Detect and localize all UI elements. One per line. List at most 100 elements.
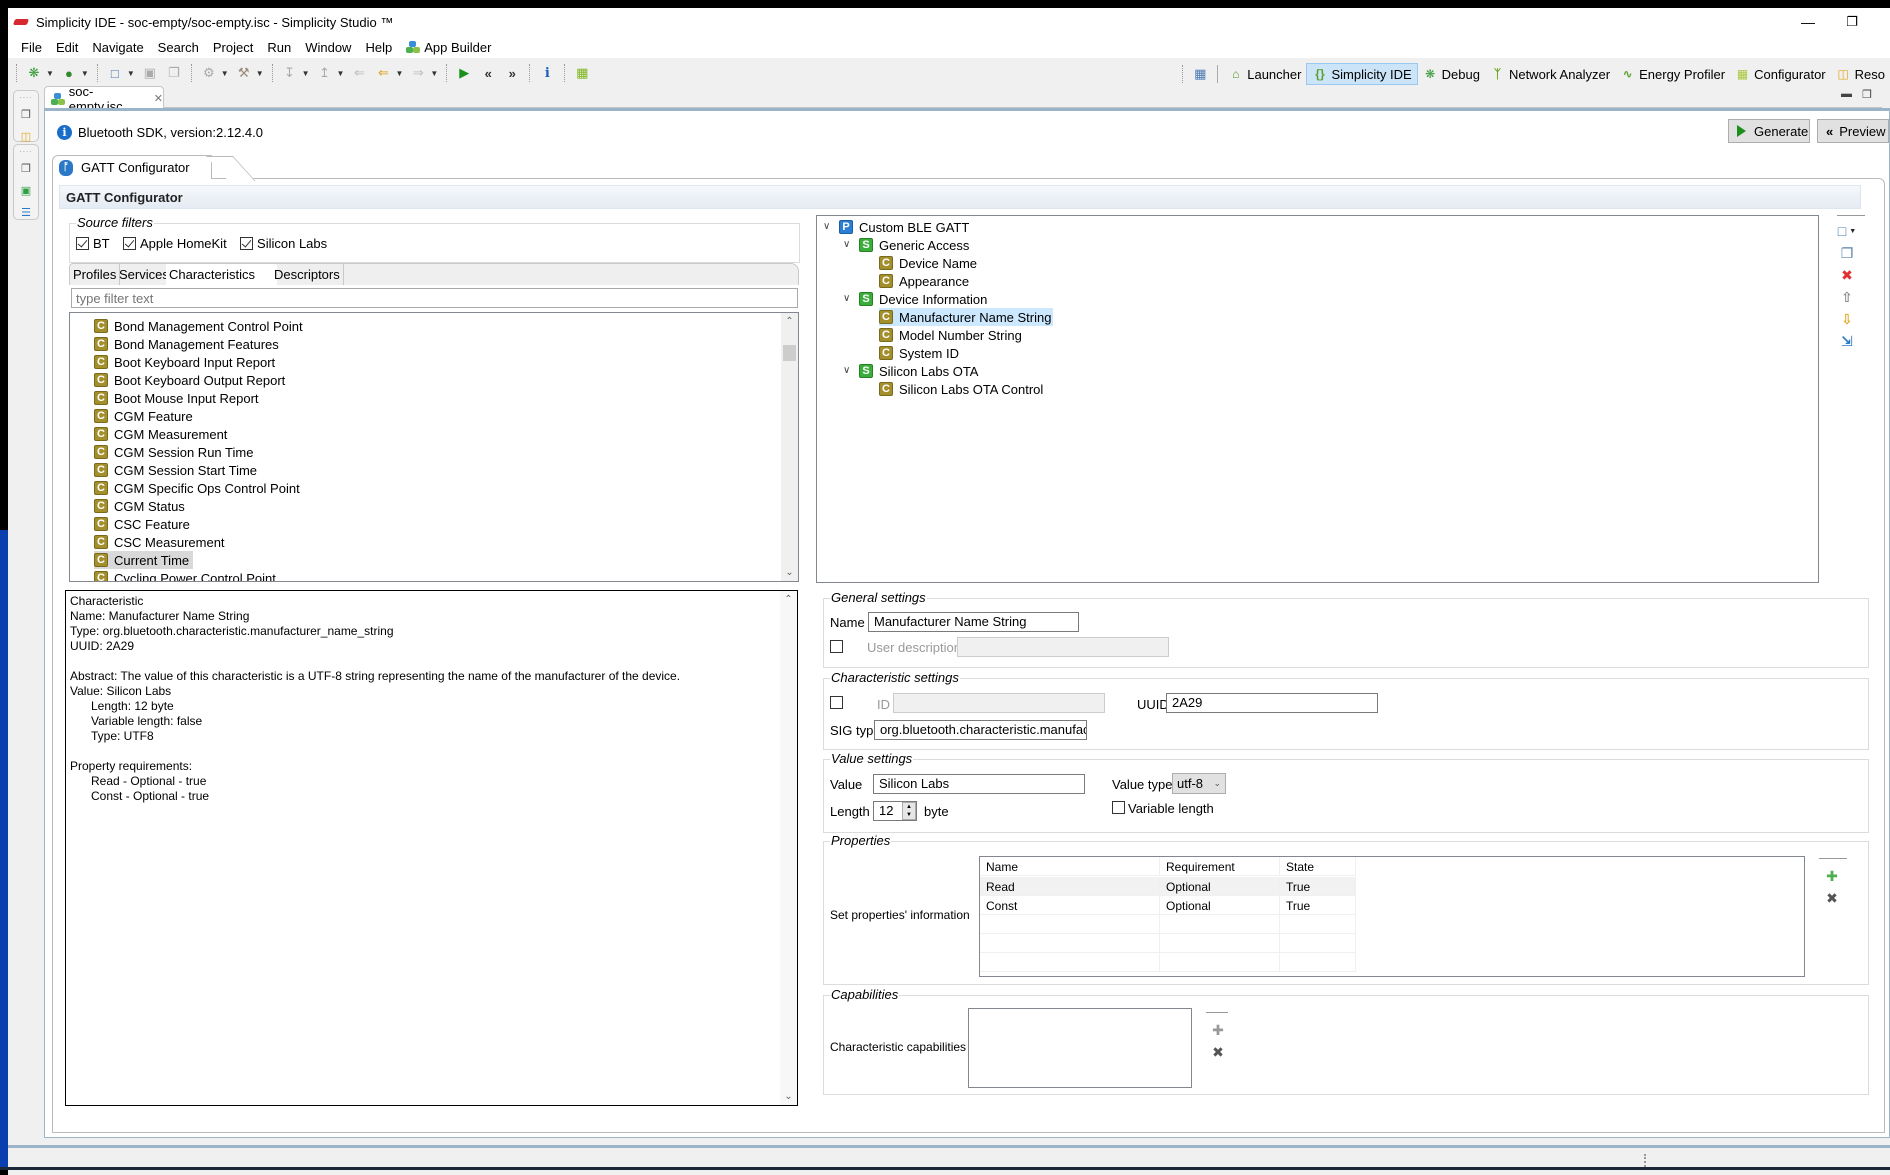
filter-bt[interactable]: BT — [76, 236, 110, 251]
restore-icon[interactable]: ❐ — [17, 105, 35, 123]
id-checkbox[interactable] — [830, 696, 843, 709]
debug-icon[interactable]: ❋ — [25, 64, 43, 82]
flash-programmer-icon[interactable]: ▦ — [573, 64, 591, 82]
menu-project[interactable]: Project — [213, 40, 253, 55]
remove-property-icon[interactable]: ✖ — [1822, 888, 1842, 908]
minimize-button[interactable]: — — [1788, 12, 1828, 32]
expand-chevron-icon[interactable]: ∨ — [843, 365, 853, 376]
menu-navigate[interactable]: Navigate — [92, 40, 143, 55]
editor-tab-soc-empty[interactable]: soc-empty.isc ✕ — [44, 84, 164, 114]
tree-characteristic-node[interactable]: C Appearance — [879, 272, 971, 290]
expand-chevron-icon[interactable]: ∨ — [843, 239, 853, 250]
chevron-down-icon[interactable]: ▼ — [337, 69, 345, 78]
chevron-down-icon[interactable]: ▼ — [46, 69, 54, 78]
run-config-icon[interactable]: ● — [60, 64, 78, 82]
list-item[interactable]: C CSC Measurement — [94, 533, 229, 551]
last-edit-icon[interactable]: ⇐ — [350, 64, 368, 82]
perspective-simplicity-ide[interactable]: {} Simplicity IDE — [1306, 63, 1418, 85]
prev-annotation-icon[interactable]: ↥ — [316, 64, 334, 82]
scroll-thumb[interactable] — [783, 345, 796, 361]
tree-service-node[interactable]: S Silicon Labs OTA — [859, 362, 980, 380]
perspective-energy-profiler[interactable]: ∿ Energy Profiler — [1615, 63, 1730, 85]
length-spinner-arrows[interactable]: ▲ ▼ — [902, 802, 916, 820]
expand-chevron-icon[interactable]: ∨ — [823, 221, 833, 232]
add-item-icon[interactable]: □ ▼ — [1837, 221, 1857, 241]
remove-capability-icon[interactable]: ✖ — [1208, 1042, 1228, 1062]
generate-button[interactable]: Generate — [1728, 119, 1810, 143]
hammer-icon[interactable]: ⚒ — [235, 64, 253, 82]
tab-services[interactable]: Services — [116, 264, 173, 285]
info-icon[interactable]: i — [538, 64, 556, 82]
perspective-debug[interactable]: ❋ Debug — [1418, 63, 1485, 85]
duplicate-icon[interactable]: ❐ — [1837, 243, 1857, 263]
chevron-down-icon[interactable]: ▼ — [302, 69, 310, 78]
list-item[interactable]: C CGM Measurement — [94, 425, 231, 443]
list-item[interactable]: C Bond Management Features — [94, 335, 283, 353]
save-all-icon[interactable]: ❐ — [165, 64, 183, 82]
table-row[interactable]: Read Optional True — [980, 877, 1356, 896]
project-explorer-icon[interactable]: ◫ — [17, 127, 35, 145]
filter-apple-homekit[interactable]: Apple HomeKit — [122, 236, 227, 251]
capabilities-list[interactable] — [968, 1008, 1192, 1088]
chevron-down-icon[interactable]: ▼ — [221, 69, 229, 78]
menu-file[interactable]: File — [21, 40, 42, 55]
tree-characteristic-node[interactable]: C System ID — [879, 344, 961, 362]
scroll-up-arrow-icon[interactable]: ⌃ — [781, 313, 798, 330]
rewind-icon[interactable]: « — [479, 64, 497, 82]
tree-characteristic-node[interactable]: C Manufacturer Name String — [879, 308, 1054, 326]
chevron-down-icon[interactable]: ▼ — [127, 69, 135, 78]
tree-characteristic-node[interactable]: C Silicon Labs OTA Control — [879, 380, 1045, 398]
uuid-field[interactable]: 2A29 — [1166, 693, 1378, 713]
close-tab-icon[interactable]: ✕ — [154, 92, 163, 105]
table-row[interactable] — [980, 934, 1356, 953]
perspective-network-analyzer[interactable]: ᛉ Network Analyzer — [1485, 63, 1615, 85]
forward-icon[interactable]: ⇒ — [409, 64, 427, 82]
play-icon[interactable]: ▶ — [455, 64, 473, 82]
menu-run[interactable]: Run — [267, 40, 291, 55]
tree-characteristic-node[interactable]: C Model Number String — [879, 326, 1024, 344]
debug-adapters-icon[interactable]: ▣ — [17, 181, 35, 199]
list-item[interactable]: C Current Time — [94, 551, 194, 569]
maximize-editor-icon[interactable]: ❐ — [1862, 88, 1872, 101]
menu-help[interactable]: Help — [365, 40, 392, 55]
add-capability-icon[interactable]: ✚ — [1208, 1020, 1228, 1040]
fast-forward-icon[interactable]: » — [503, 64, 521, 82]
save-icon[interactable]: ▣ — [141, 64, 159, 82]
user-description-checkbox[interactable] — [830, 640, 843, 653]
details-scrollbar[interactable]: ⌃ ⌄ — [780, 591, 797, 1105]
back-icon[interactable]: ⇐ — [374, 64, 392, 82]
scroll-down-arrow-icon[interactable]: ⌄ — [781, 564, 798, 581]
list-item[interactable]: C Boot Keyboard Input Report — [94, 353, 279, 371]
menu-search[interactable]: Search — [158, 40, 199, 55]
preview-button[interactable]: «Preview — [1817, 119, 1889, 143]
list-item[interactable]: C CGM Status — [94, 497, 189, 515]
open-perspective-icon[interactable]: ▦ — [1191, 65, 1209, 83]
expand-chevron-icon[interactable]: ∨ — [843, 293, 853, 304]
tree-service-node[interactable]: S Device Information — [859, 290, 989, 308]
list-item[interactable]: C CGM Session Start Time — [94, 461, 261, 479]
tree-characteristic-node[interactable]: C Device Name — [879, 254, 979, 272]
scroll-down-arrow-icon[interactable]: ⌄ — [780, 1088, 797, 1105]
perspective-resources[interactable]: ◫ Reso — [1831, 63, 1890, 85]
add-property-icon[interactable]: ✚ — [1822, 866, 1842, 886]
perspective-configurator[interactable]: ▦ Configurator — [1730, 63, 1831, 85]
list-item[interactable]: C CGM Session Run Time — [94, 443, 257, 461]
trim-grip[interactable]: .... — [14, 91, 38, 101]
trim-grip[interactable]: .... — [14, 145, 38, 155]
bt-checkbox[interactable] — [76, 237, 89, 250]
new-file-icon[interactable]: □ — [106, 64, 124, 82]
move-up-icon[interactable]: ⇧ — [1837, 287, 1857, 307]
user-description-field[interactable] — [957, 637, 1169, 657]
table-row[interactable] — [980, 915, 1356, 934]
chevron-down-icon[interactable]: ▼ — [256, 69, 264, 78]
list-item[interactable]: C CGM Feature — [94, 407, 197, 425]
list-item[interactable]: C CGM Specific Ops Control Point — [94, 479, 304, 497]
sig-type-field[interactable]: org.bluetooth.characteristic.manufacture… — [874, 720, 1087, 740]
minimize-editor-icon[interactable]: ▬ — [1841, 88, 1852, 100]
tree-profile-node[interactable]: P Custom BLE GATT — [839, 218, 971, 236]
list-item[interactable]: C Boot Keyboard Output Report — [94, 371, 289, 389]
restore-button[interactable]: ❐ — [1832, 12, 1872, 32]
list-item[interactable]: C Boot Mouse Input Report — [94, 389, 263, 407]
list-item[interactable]: C CSC Feature — [94, 515, 194, 533]
menu-window[interactable]: Window — [305, 40, 351, 55]
